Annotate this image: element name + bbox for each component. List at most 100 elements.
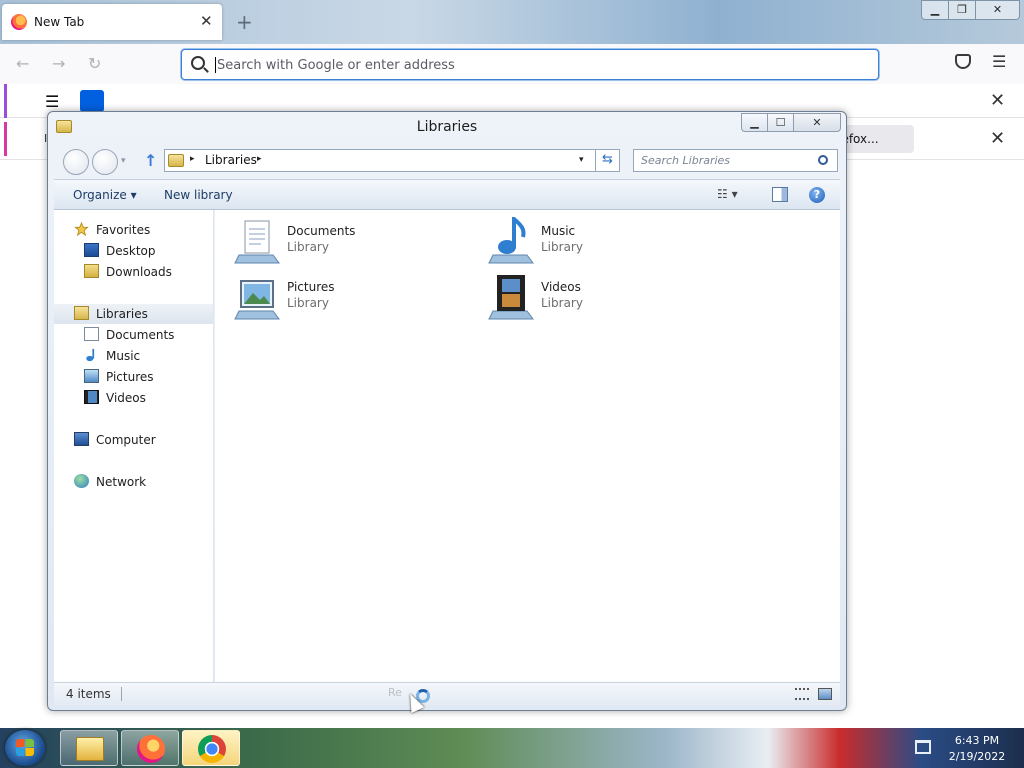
window-restore-button[interactable]: ❐ bbox=[948, 0, 976, 20]
nav-label: Network bbox=[96, 475, 147, 489]
nav-videos[interactable]: Videos bbox=[54, 388, 213, 408]
taskbar-firefox-button[interactable] bbox=[121, 730, 179, 766]
libraries-window: Libraries ▁ ☐ ✕ ▾ ↑ ▸ Libraries ▸ ▾ ⇆ Se… bbox=[47, 111, 847, 711]
music-note-icon bbox=[86, 348, 95, 362]
command-bar: Organize ▾ New library ☷ ▾ ? bbox=[54, 179, 840, 210]
breadcrumb-arrow-icon[interactable]: ▸ bbox=[190, 154, 195, 164]
taskbar-explorer-button[interactable] bbox=[60, 730, 118, 766]
url-input[interactable]: Search with Google or enter address bbox=[217, 58, 455, 73]
reload-icon[interactable]: ↻ bbox=[88, 54, 101, 73]
notification-button[interactable] bbox=[80, 90, 104, 112]
tab-title: New Tab bbox=[34, 15, 85, 29]
nav-label: Documents bbox=[106, 328, 175, 342]
music-library-icon bbox=[488, 217, 534, 264]
nav-pictures[interactable]: Pictures bbox=[54, 367, 213, 387]
windows-logo-icon bbox=[16, 739, 34, 756]
nav-network[interactable]: Network bbox=[54, 472, 213, 492]
folder-icon bbox=[76, 737, 104, 761]
up-arrow-icon[interactable]: ↑ bbox=[144, 151, 157, 170]
tab-new-tab[interactable]: New Tab ✕ bbox=[2, 4, 222, 40]
address-dropdown-icon[interactable]: ▾ bbox=[579, 155, 584, 165]
address-bar[interactable]: ▸ Libraries ▸ ▾ bbox=[164, 149, 596, 172]
new-library-button[interactable]: New library bbox=[164, 188, 233, 202]
text-caret bbox=[215, 57, 216, 73]
organize-button[interactable]: Organize ▾ bbox=[73, 188, 137, 202]
item-count: 4 items bbox=[66, 687, 122, 701]
pocket-icon[interactable] bbox=[955, 54, 971, 69]
videos-library-icon bbox=[488, 275, 534, 320]
change-view-button[interactable]: ☷ ▾ bbox=[717, 187, 747, 203]
taskbar: 6:43 PM 2/19/2022 bbox=[0, 728, 1024, 768]
back-button[interactable] bbox=[63, 149, 89, 175]
star-icon bbox=[74, 222, 89, 236]
nav-label: Downloads bbox=[106, 265, 172, 279]
library-type: Library bbox=[287, 240, 329, 254]
nav-desktop[interactable]: Desktop bbox=[54, 241, 213, 261]
window-close-button[interactable]: ✕ bbox=[975, 0, 1020, 20]
nav-libraries[interactable]: Libraries bbox=[54, 304, 213, 324]
notification-close-icon[interactable]: ✕ bbox=[990, 128, 1005, 149]
recent-pages-chevron-icon[interactable]: ▾ bbox=[121, 156, 126, 166]
nav-favorites[interactable]: Favorites bbox=[54, 220, 213, 240]
nav-downloads[interactable]: Downloads bbox=[54, 262, 213, 282]
content-pane: Documents Library Music Library Pictures… bbox=[215, 210, 840, 682]
clock-date[interactable]: 2/19/2022 bbox=[943, 750, 1011, 763]
details-view-icon[interactable] bbox=[795, 688, 809, 700]
forward-button[interactable] bbox=[92, 149, 118, 175]
forward-arrow-icon[interactable]: → bbox=[52, 54, 65, 73]
notification-close-icon[interactable]: ✕ bbox=[990, 90, 1005, 111]
library-name: Videos bbox=[541, 280, 581, 294]
library-type: Library bbox=[541, 296, 583, 310]
notification-accent bbox=[4, 122, 7, 156]
library-pictures[interactable]: Pictures Library bbox=[233, 273, 473, 325]
firefox-tab-strip: New Tab ✕ + ▁ ❐ ✕ bbox=[0, 0, 1024, 44]
library-type: Library bbox=[541, 240, 583, 254]
firefox-icon bbox=[137, 735, 165, 763]
explorer-maximize-button[interactable]: ☐ bbox=[767, 113, 794, 132]
help-icon[interactable]: ? bbox=[809, 187, 825, 203]
library-videos[interactable]: Videos Library bbox=[487, 273, 727, 325]
explorer-close-button[interactable]: ✕ bbox=[793, 113, 841, 132]
large-icons-view-icon[interactable] bbox=[818, 688, 832, 700]
url-bar[interactable]: Search with Google or enter address bbox=[181, 49, 879, 80]
nav-computer[interactable]: Computer bbox=[54, 430, 213, 450]
film-icon bbox=[84, 390, 99, 404]
library-name: Pictures bbox=[287, 280, 335, 294]
hamburger-menu-icon[interactable]: ☰ bbox=[992, 52, 1006, 71]
search-libraries-input[interactable]: Search Libraries bbox=[633, 149, 838, 172]
notification-menu-icon[interactable]: ☰ bbox=[45, 92, 59, 111]
library-music[interactable]: Music Library bbox=[487, 217, 727, 269]
taskbar-chrome-button[interactable] bbox=[182, 730, 240, 766]
library-type: Library bbox=[287, 296, 329, 310]
clock-time[interactable]: 6:43 PM bbox=[947, 734, 1007, 747]
breadcrumb-libraries[interactable]: Libraries bbox=[205, 153, 257, 167]
new-tab-button[interactable]: + bbox=[236, 10, 253, 34]
nav-label: Videos bbox=[106, 391, 146, 405]
library-documents[interactable]: Documents Library bbox=[233, 217, 473, 269]
notification-accent bbox=[4, 84, 7, 118]
explorer-minimize-button[interactable]: ▁ bbox=[741, 113, 768, 132]
desktop-icon bbox=[84, 243, 99, 257]
nav-label: Favorites bbox=[96, 223, 151, 237]
refresh-button[interactable]: ⇆ bbox=[596, 149, 620, 172]
nav-documents[interactable]: Documents bbox=[54, 325, 213, 345]
libraries-icon bbox=[74, 306, 89, 320]
pictures-icon bbox=[84, 369, 99, 383]
search-icon[interactable] bbox=[818, 155, 828, 165]
library-name: Music bbox=[541, 224, 576, 238]
preview-pane-icon[interactable] bbox=[772, 187, 788, 202]
breadcrumb-arrow-icon[interactable]: ▸ bbox=[257, 154, 262, 164]
nav-label: Computer bbox=[96, 433, 156, 447]
tab-close-icon[interactable]: ✕ bbox=[200, 12, 213, 30]
start-button[interactable] bbox=[5, 730, 45, 766]
back-arrow-icon[interactable]: ← bbox=[16, 54, 29, 73]
pictures-library-icon bbox=[234, 280, 280, 320]
libraries-folder-icon bbox=[168, 154, 184, 167]
firefox-navigation-toolbar: ← → ↻ Search with Google or enter addres… bbox=[0, 44, 1024, 84]
documents-icon bbox=[84, 327, 99, 341]
window-minimize-button[interactable]: ▁ bbox=[921, 0, 949, 20]
nav-music[interactable]: Music bbox=[54, 346, 213, 366]
firefox-icon bbox=[11, 14, 27, 30]
downloads-icon bbox=[84, 264, 99, 278]
network-tray-icon[interactable] bbox=[915, 740, 931, 754]
